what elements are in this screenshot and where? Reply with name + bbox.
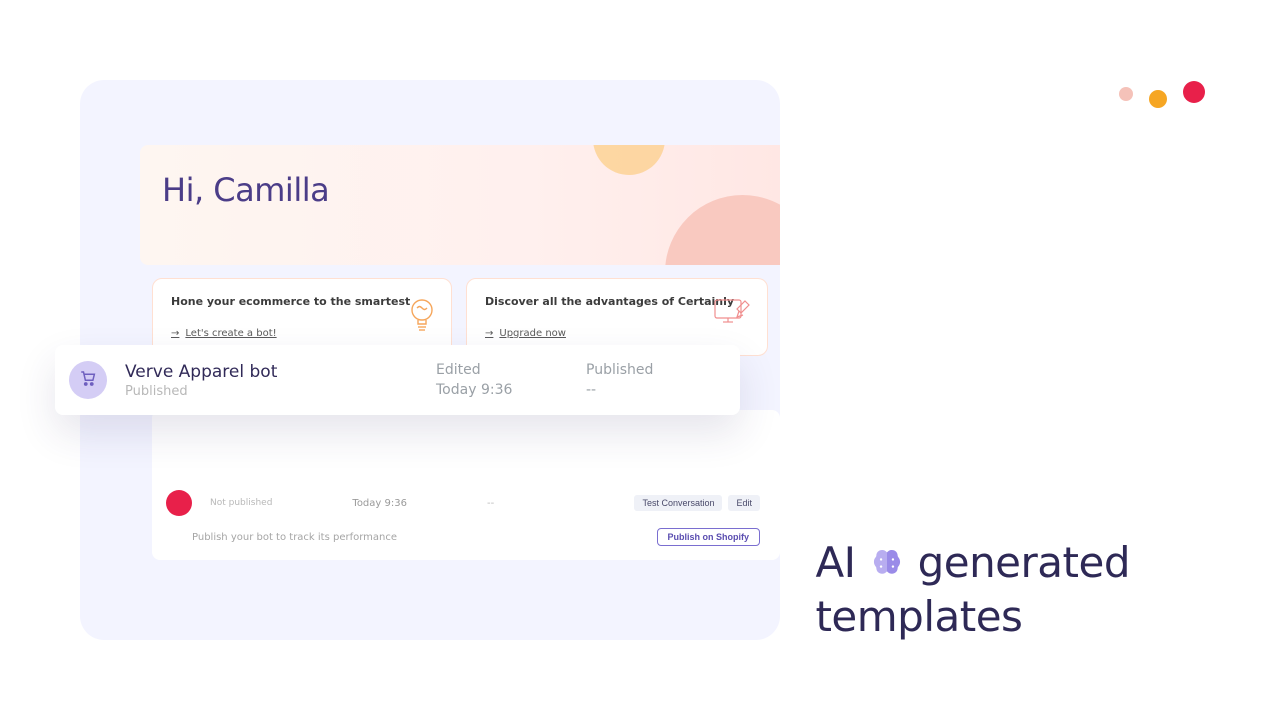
arrow-right-icon: → <box>485 328 493 339</box>
promo-link-create-bot[interactable]: → Let's create a bot! <box>171 328 277 339</box>
promo-link-label: Upgrade now <box>499 328 566 339</box>
featured-project-card[interactable]: Verve Apparel bot Published Edited Today… <box>55 345 740 415</box>
edited-value: Today 9:36 <box>436 382 586 398</box>
marketing-line1b: generated <box>918 536 1130 591</box>
promo-title: Discover all the advantages of Certainly <box>485 295 749 308</box>
brain-icon <box>868 544 906 582</box>
publish-shopify-button[interactable]: Publish on Shopify <box>657 528 761 546</box>
test-conversation-button[interactable]: Test Conversation <box>634 495 722 511</box>
promo-link-label: Let's create a bot! <box>185 328 276 339</box>
promo-title: Hone your ecommerce to the smartest <box>171 295 433 308</box>
marketing-tagline: AI generated templates <box>815 536 1130 645</box>
published-label: Published <box>586 362 716 378</box>
projects-list-card: Not published Today 9:36 -- Test Convers… <box>152 410 780 560</box>
projects-footer: Publish your bot to track its performanc… <box>192 528 760 546</box>
promo-link-upgrade[interactable]: → Upgrade now <box>485 328 566 339</box>
project-avatar <box>166 490 192 516</box>
cart-icon <box>79 369 97 391</box>
footer-hint: Publish your bot to track its performanc… <box>192 532 397 543</box>
project-name: Verve Apparel bot <box>125 362 436 382</box>
lightbulb-icon <box>407 297 437 336</box>
marketing-line2: templates <box>815 590 1130 645</box>
project-edited-time: Today 9:36 <box>352 498 407 509</box>
edit-button[interactable]: Edit <box>728 495 760 511</box>
project-status: Published <box>125 384 436 399</box>
rocket-monitor-icon <box>713 297 753 330</box>
decorative-dots <box>1119 80 1205 108</box>
hero-banner: Hi, Camilla <box>140 145 780 265</box>
dot-red <box>1183 81 1205 103</box>
project-row-2[interactable]: Not published Today 9:36 -- Test Convers… <box>166 490 760 516</box>
dot-orange <box>1149 90 1167 108</box>
project-avatar <box>69 361 107 399</box>
dot-pink <box>1119 87 1133 101</box>
edited-label: Edited <box>436 362 586 378</box>
published-value: -- <box>586 382 716 398</box>
greeting-text: Hi, Camilla <box>162 171 780 209</box>
arrow-right-icon: → <box>171 328 179 339</box>
project-status: Not published <box>210 498 272 508</box>
project-published-value: -- <box>487 498 494 509</box>
marketing-line1a: AI <box>815 536 855 591</box>
